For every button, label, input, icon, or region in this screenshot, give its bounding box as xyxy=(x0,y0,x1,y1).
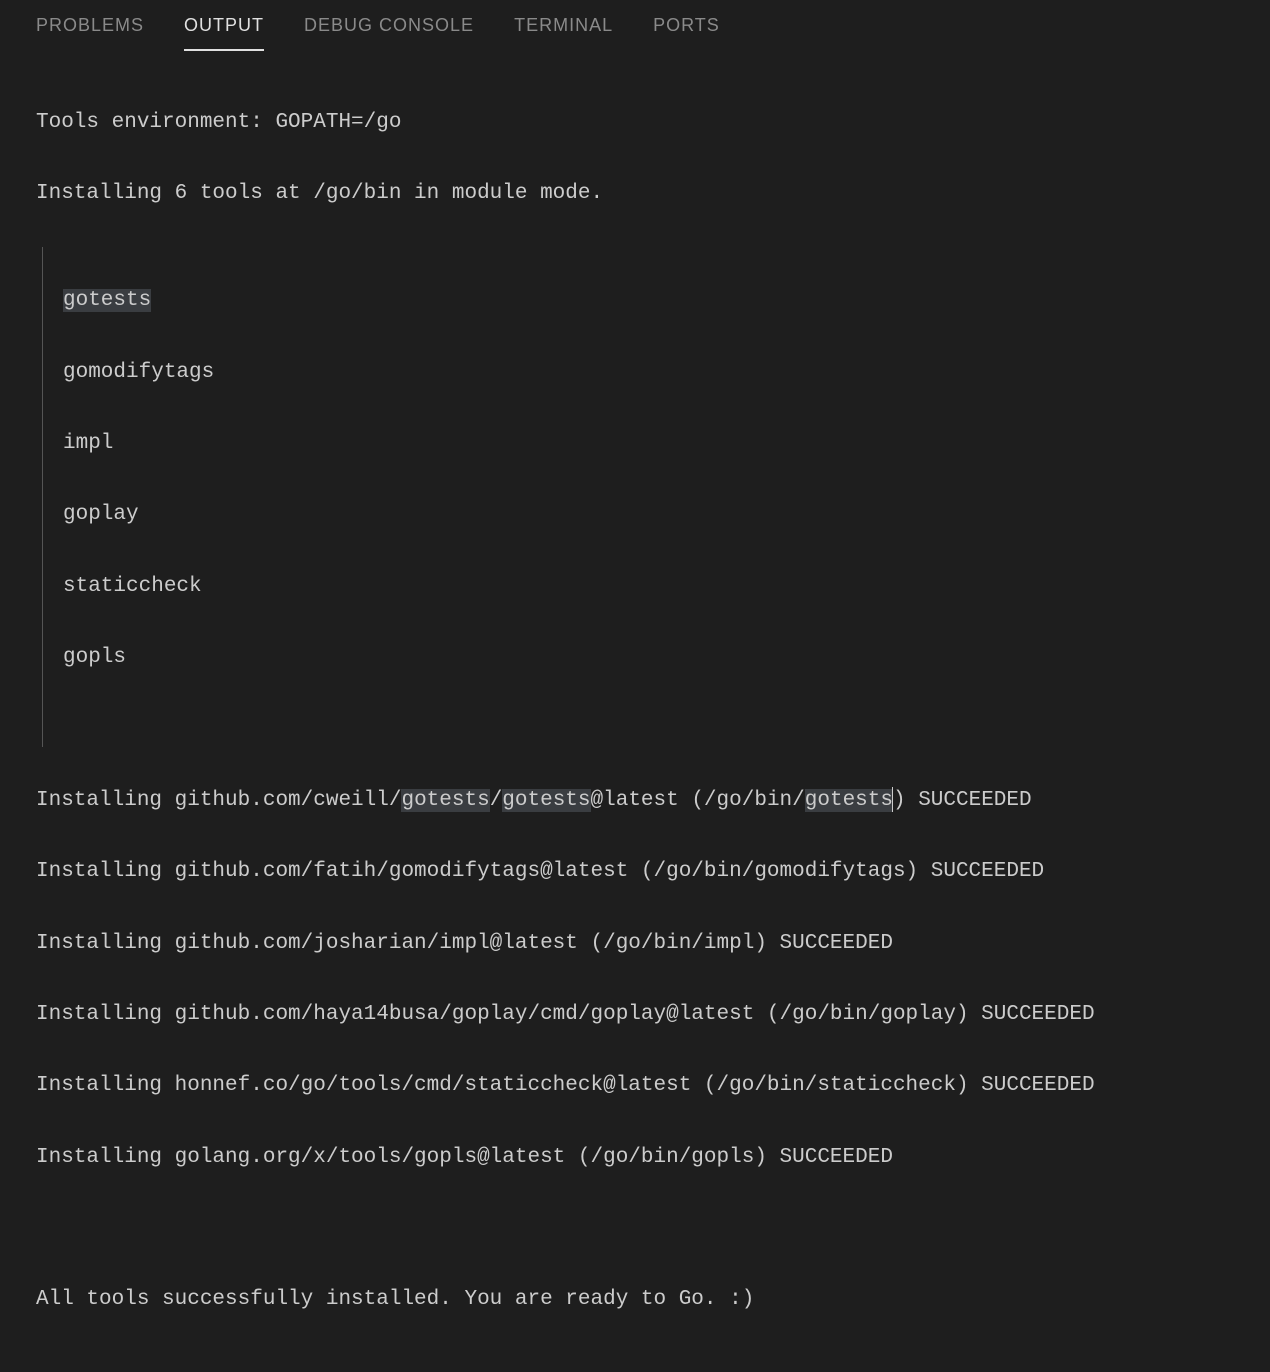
output-line: All tools successfully installed. You ar… xyxy=(36,1282,1234,1318)
output-line: Installing golang.org/x/tools/gopls@late… xyxy=(36,1140,1234,1176)
tool-item: gopls xyxy=(63,640,1234,676)
output-line: Installing github.com/cweill/gotests/got… xyxy=(36,783,1234,819)
output-line: Installing github.com/josharian/impl@lat… xyxy=(36,926,1234,962)
tool-item: goplay xyxy=(63,497,1234,533)
output-line: Tools environment: GOPATH=/go xyxy=(36,105,1234,141)
panel-tabs: PROBLEMS OUTPUT DEBUG CONSOLE TERMINAL P… xyxy=(0,0,1270,51)
tool-item: impl xyxy=(63,426,1234,462)
tool-item: gotests xyxy=(63,283,1234,319)
tab-output[interactable]: OUTPUT xyxy=(184,12,264,51)
output-line: Installing honnef.co/go/tools/cmd/static… xyxy=(36,1068,1234,1104)
output-panel[interactable]: Tools environment: GOPATH=/go Installing… xyxy=(0,51,1270,1372)
output-line: Installing 6 tools at /go/bin in module … xyxy=(36,176,1234,212)
tab-debug-console[interactable]: DEBUG CONSOLE xyxy=(304,12,474,51)
output-line: Installing github.com/fatih/gomodifytags… xyxy=(36,854,1234,890)
output-line: Installing github.com/haya14busa/goplay/… xyxy=(36,997,1234,1033)
tab-problems[interactable]: PROBLEMS xyxy=(36,12,144,51)
tab-terminal[interactable]: TERMINAL xyxy=(514,12,613,51)
tool-item: staticcheck xyxy=(63,569,1234,605)
tab-ports[interactable]: PORTS xyxy=(653,12,720,51)
tool-item: gomodifytags xyxy=(63,355,1234,391)
tools-list: gotests gomodifytags impl goplay staticc… xyxy=(42,247,1234,747)
